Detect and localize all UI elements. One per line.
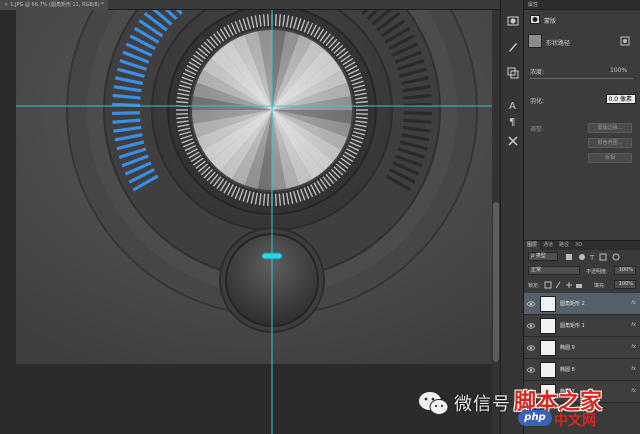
eye-icon[interactable] — [527, 300, 535, 308]
knob-tooth — [176, 112, 189, 115]
layer-filter-icons[interactable]: T — [564, 253, 634, 261]
layer-row[interactable]: 椭圆 8 fx — [524, 359, 640, 381]
layer-row[interactable]: 椭圆 9 fx — [524, 337, 640, 359]
meter-segment-active — [112, 102, 141, 107]
tab-paths[interactable]: 路径 — [556, 241, 572, 250]
knob-tooth — [267, 14, 270, 27]
type-icon[interactable]: A — [506, 98, 520, 112]
properties-panel: 属性 蒙版 形状路径 浓度: 100% 羽化: 0.0 像素 调整: 蒙版边缘.… — [524, 0, 640, 240]
wechat-logo-icon — [419, 392, 449, 415]
close-icon[interactable]: × — [4, 0, 8, 10]
php-badge: php — [518, 410, 552, 426]
meter-segment-inactive — [403, 118, 432, 124]
panel-icon-strip: A ¶ — [500, 0, 524, 434]
mask-edge-button[interactable]: 蒙版边缘... — [588, 123, 632, 133]
tab-layers[interactable]: 图层 — [524, 241, 541, 250]
layer-name: 圆角矩形 1 — [560, 323, 585, 329]
layer-effects-icon[interactable]: fx — [631, 322, 636, 328]
knob-tooth — [355, 112, 368, 115]
mask-row[interactable]: 蒙版 — [524, 14, 640, 26]
shape-path-label: 形状路径 — [546, 40, 571, 47]
meter-segment-active — [112, 118, 141, 124]
document-tab-bar: × 1.JPG @ 66.7% (圆角矩形 11, RGB/8) * — [0, 0, 500, 10]
lock-icons[interactable] — [544, 281, 584, 289]
color-range-button[interactable]: 颜色范围... — [588, 138, 632, 148]
layer-filter-row: ρ 类型 T — [524, 251, 640, 263]
svg-text:¶: ¶ — [509, 117, 515, 128]
layer-row[interactable]: 圆角矩形 2 fx — [524, 293, 640, 315]
svg-text:A: A — [509, 101, 516, 112]
document-tab[interactable]: × 1.JPG @ 66.7% (圆角矩形 11, RGB/8) * — [0, 0, 108, 10]
wechat-id-text: 微信号 — [454, 394, 511, 415]
opacity-field[interactable]: 100% — [614, 266, 636, 275]
eye-icon[interactable] — [527, 366, 535, 374]
blend-row: 正常 不透明度: 100% — [524, 265, 640, 277]
layer-filter-select[interactable]: ρ 类型 — [528, 252, 558, 261]
document-scroll-thumb[interactable] — [493, 202, 499, 362]
feather-value-field[interactable]: 0.0 像素 — [606, 94, 636, 104]
refine-section: 调整: 蒙版边缘... 颜色范围... 反相 — [524, 120, 640, 166]
meter-segment-active — [112, 111, 141, 115]
shape-path-thumbnail — [528, 34, 542, 48]
mask-label: 蒙版 — [544, 18, 557, 25]
opacity-label: 不透明度: — [586, 269, 608, 275]
photoshop-window: × 1.JPG @ 66.7% (圆角矩形 11, RGB/8) * A ¶ 属… — [0, 0, 640, 434]
layers-panel-tabs: 图层 通道 路径 3D — [524, 241, 640, 250]
properties-panel-header: 属性 — [524, 0, 640, 10]
layer-thumbnail — [540, 362, 556, 378]
shape-path-row[interactable]: 形状路径 — [524, 32, 640, 50]
knob-tooth — [274, 14, 277, 27]
feather-label: 羽化: — [530, 98, 545, 105]
site-sub-text: 中文网 — [554, 413, 596, 429]
brush-icon[interactable] — [506, 40, 520, 54]
canvas-area[interactable] — [0, 10, 500, 434]
meter-segment-inactive — [403, 111, 432, 115]
tab-3d[interactable]: 3D — [572, 241, 585, 250]
mask-icon[interactable] — [506, 14, 520, 28]
refine-label: 调整: — [530, 126, 545, 133]
lock-row: 锁定: 填充: 100% — [524, 279, 640, 291]
document-tab-title: 1.JPG @ 66.7% (圆角矩形 11, RGB/8) * — [10, 2, 104, 8]
layer-row[interactable]: 圆角矩形 1 fx — [524, 315, 640, 337]
blend-mode-select[interactable]: 正常 — [528, 266, 580, 275]
layer-thumbnail — [540, 340, 556, 356]
knob-tooth — [267, 193, 270, 206]
knob-tooth — [274, 193, 277, 206]
feather-row: 羽化: 0.0 像素 — [524, 92, 640, 106]
fill-field[interactable]: 100% — [614, 280, 636, 289]
density-value[interactable]: 100% — [610, 67, 627, 74]
density-row: 浓度: 100% — [524, 64, 640, 79]
meter-segment-inactive — [403, 102, 432, 107]
settings-icon[interactable] — [506, 134, 520, 148]
lock-label: 锁定: — [528, 283, 540, 289]
invert-button[interactable]: 反相 — [588, 153, 632, 163]
layer-comp-icon[interactable] — [506, 66, 520, 80]
paragraph-icon[interactable]: ¶ — [506, 114, 520, 128]
tab-channels[interactable]: 通道 — [540, 241, 556, 250]
layer-name: 椭圆 9 — [560, 345, 575, 351]
path-options-icon[interactable] — [620, 36, 630, 46]
document-scrollbar[interactable] — [492, 10, 500, 434]
density-slider-track[interactable] — [530, 78, 634, 79]
layer-thumbnail — [540, 296, 556, 312]
layer-name: 椭圆 8 — [560, 367, 575, 373]
eye-icon[interactable] — [527, 322, 535, 330]
layer-effects-icon[interactable]: fx — [631, 344, 636, 350]
density-label: 浓度: — [530, 69, 545, 76]
svg-text:T: T — [589, 254, 595, 261]
layer-name: 圆角矩形 2 — [560, 301, 585, 307]
layer-thumbnail — [540, 318, 556, 334]
fill-label: 填充: — [594, 283, 606, 289]
eye-icon[interactable] — [527, 344, 535, 352]
watermark: 微信号 脚本之家 php 中文网 — [418, 384, 640, 434]
layer-effects-icon[interactable]: fx — [631, 300, 636, 306]
pixel-mask-icon — [530, 15, 540, 24]
knob-artwork — [16, 10, 492, 434]
layer-effects-icon[interactable]: fx — [631, 366, 636, 372]
